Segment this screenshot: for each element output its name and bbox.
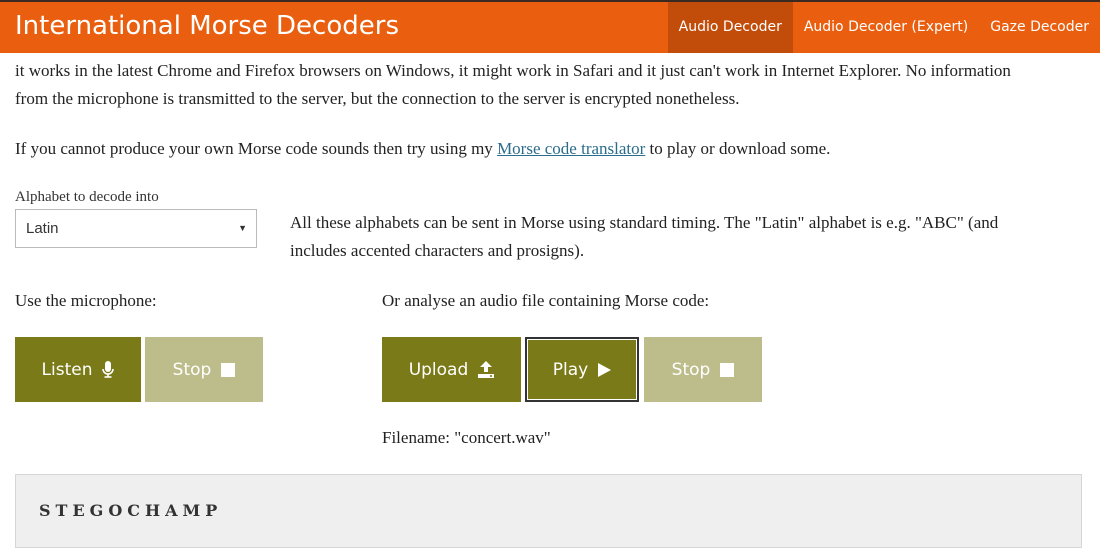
nav-menu: Audio Decoder Audio Decoder (Expert) Gaz…	[667, 2, 1100, 53]
microphone-label: Use the microphone:	[15, 291, 157, 310]
stop-square-icon	[720, 362, 735, 377]
upload-button[interactable]: Upload	[382, 337, 521, 402]
alphabet-description-line-2: includes accented characters and prosign…	[290, 241, 585, 260]
decoded-output-panel: STEGOCHAMP	[15, 474, 1082, 548]
audio-file-label: Or analyse an audio file containing Mors…	[382, 291, 710, 310]
site-brand[interactable]: International Morse Decoders	[15, 11, 399, 41]
stop-square-icon	[221, 362, 236, 377]
alphabet-description-line-1: All these alphabets can be sent in Morse…	[290, 213, 999, 232]
caret-down-icon: ▼	[238, 223, 247, 233]
alphabet-select[interactable]: Latin ▼	[15, 209, 257, 248]
intro-line-1: it works in the latest Chrome and Firefo…	[15, 61, 1011, 80]
intro-paragraph: it works in the latest Chrome and Firefo…	[15, 57, 1085, 113]
translator-paragraph: If you cannot produce your own Morse cod…	[15, 135, 830, 163]
listen-button-label: Listen	[41, 359, 93, 380]
filename-display: Filename: "concert.wav"	[382, 428, 551, 447]
upload-icon	[478, 361, 495, 378]
nav-gaze-decoder[interactable]: Gaze Decoder	[979, 2, 1100, 53]
file-stop-button[interactable]: Stop	[644, 337, 762, 402]
alphabet-description: All these alphabets can be sent in Morse…	[290, 209, 998, 265]
translator-prefix: If you cannot produce your own Morse cod…	[15, 139, 498, 158]
alphabet-label: Alphabet to decode into	[15, 189, 159, 205]
play-button-label: Play	[552, 359, 589, 380]
file-stop-button-label: Stop	[671, 359, 711, 380]
translator-suffix: to play or download some.	[645, 139, 831, 158]
decoded-output-text: STEGOCHAMP	[39, 501, 223, 520]
play-icon	[598, 362, 612, 377]
mic-stop-button[interactable]: Stop	[145, 337, 263, 402]
upload-button-label: Upload	[408, 359, 469, 380]
play-button[interactable]: Play	[525, 337, 639, 402]
nav-audio-decoder-expert[interactable]: Audio Decoder (Expert)	[793, 2, 979, 53]
translator-link[interactable]: Morse code translator	[497, 139, 645, 158]
listen-button[interactable]: Listen	[15, 337, 141, 402]
microphone-icon	[102, 361, 115, 378]
nav-audio-decoder[interactable]: Audio Decoder	[667, 2, 793, 53]
alphabet-selected-value: Latin	[26, 220, 59, 237]
intro-line-2: from the microphone is transmitted to th…	[15, 89, 740, 108]
mic-stop-button-label: Stop	[172, 359, 212, 380]
navbar: International Morse Decoders Audio Decod…	[0, 0, 1100, 53]
